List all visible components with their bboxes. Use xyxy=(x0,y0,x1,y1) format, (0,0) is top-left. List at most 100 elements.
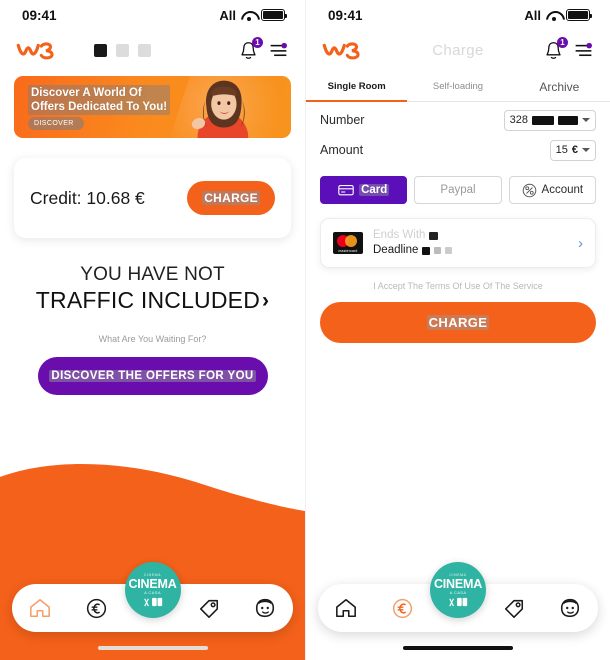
app-header-right: Charge 1 xyxy=(306,30,610,70)
number-redacted-1 xyxy=(532,115,554,125)
discover-offers-label: DISCOVER THE OFFERS FOR YOU xyxy=(49,370,256,382)
credit-label: Credit: 10.68 € xyxy=(30,187,145,208)
banner-model-image xyxy=(191,80,249,138)
carousel-dot-1[interactable] xyxy=(94,43,107,57)
charge-submit-label: CHARGE xyxy=(426,315,490,330)
amount-currency: € xyxy=(571,144,578,156)
tab-self-loading-label: Self-loading xyxy=(432,81,484,92)
bell-icon-right[interactable]: 1 xyxy=(544,36,568,61)
saved-card-last4-redacted xyxy=(429,231,439,240)
method-card[interactable]: Card xyxy=(320,176,408,204)
saved-card-ends-with-label: Ends With xyxy=(373,229,426,241)
dual-phone-screenshot: 09:41 All 1 Discover A World Of Offers D… xyxy=(0,0,610,660)
credit-card-icon xyxy=(338,185,354,196)
cinema-badge-top: CINEMA xyxy=(143,573,162,577)
brand-logo-right[interactable] xyxy=(322,38,368,62)
charge-button[interactable]: CHARGE xyxy=(187,181,275,215)
number-label: Number xyxy=(320,113,365,127)
discover-offers-button[interactable]: DISCOVER THE OFFERS FOR YOU xyxy=(37,357,268,395)
carousel-dot-3[interactable] xyxy=(138,43,151,57)
bottom-nav-area-right: CINEMA CINEMA A CASA xyxy=(306,562,610,660)
bell-icon[interactable]: 1 xyxy=(239,36,263,61)
status-bar-right: 09:41 All xyxy=(306,0,610,30)
amount-select[interactable]: 15 € xyxy=(549,139,596,161)
filter-icon[interactable] xyxy=(268,42,289,58)
carousel-indicator[interactable] xyxy=(94,43,151,57)
cinema-badge-right[interactable]: CINEMA CINEMA A CASA xyxy=(430,562,486,618)
saved-card-deadline-redacted-2 xyxy=(434,247,442,254)
method-account-label: Account xyxy=(541,184,584,196)
sub-question: What Are You Waiting For? xyxy=(98,334,207,344)
saved-card-deadline-label: Deadline xyxy=(373,244,419,256)
bottom-nav-area: CINEMA CINEMA A CASA xyxy=(0,562,305,660)
tab-single-room[interactable]: Single Room xyxy=(306,72,408,102)
cinema-seats-icon-right xyxy=(449,597,468,607)
filter-icon-right[interactable] xyxy=(573,42,594,58)
tab-self-loading[interactable]: Self-loading xyxy=(407,72,508,101)
battery-icon-right xyxy=(566,9,592,21)
payment-method-tabs: Card Paypal Account xyxy=(306,162,610,204)
headline-line-2-row[interactable]: TRAFFIC INCLUDED › xyxy=(10,287,295,314)
saved-card-row[interactable]: mastercard Ends With Deadline › xyxy=(320,218,596,268)
terms-text[interactable]: I Accept The Terms Of Use Of The Service xyxy=(306,281,610,291)
saved-card-deadline-redacted-1 xyxy=(422,246,431,255)
saved-card-deadline-redacted-3 xyxy=(445,247,453,254)
charge-submit-button[interactable]: CHARGE xyxy=(320,302,596,343)
charge-button-label: CHARGE xyxy=(202,191,260,205)
cinema-badge[interactable]: CINEMA CINEMA A CASA xyxy=(124,562,181,618)
cinema-badge-top-right: CINEMA xyxy=(449,573,467,577)
method-paypal[interactable]: Paypal xyxy=(414,176,502,204)
notification-badge-right: 1 xyxy=(557,36,568,48)
tab-archive-label: Archive xyxy=(539,79,580,94)
home-indicator-right xyxy=(403,646,513,650)
nav-home-icon-right[interactable] xyxy=(329,591,363,625)
brand-logo[interactable] xyxy=(16,38,62,62)
notification-badge: 1 xyxy=(252,36,263,48)
nav-account-icon[interactable] xyxy=(248,591,282,625)
battery-icon xyxy=(261,9,287,21)
home-indicator xyxy=(97,646,208,650)
nav-euro-icon-right[interactable] xyxy=(385,591,419,625)
number-value-prefix: 328 xyxy=(509,114,528,126)
nav-account-icon-right[interactable] xyxy=(553,591,587,625)
promo-banner[interactable]: Discover A World Of Offers Dedicated To … xyxy=(14,76,291,138)
banner-text: Discover A World Of Offers Dedicated To … xyxy=(28,85,171,115)
percent-icon xyxy=(522,183,536,197)
carrier-label: All xyxy=(219,7,236,23)
status-time-right: 09:41 xyxy=(328,7,363,23)
banner-line-1: Discover A World Of xyxy=(31,87,142,99)
wifi-icon-right xyxy=(546,10,561,21)
tab-archive[interactable]: Archive xyxy=(509,72,610,101)
left-phone-screen: 09:41 All 1 Discover A World Of Offers D… xyxy=(0,0,305,660)
tab-single-room-label: Single Room xyxy=(327,81,386,92)
saved-card-deadline-row: Deadline xyxy=(373,243,568,258)
amount-row: Amount 15 € xyxy=(306,132,610,162)
nav-tag-icon[interactable] xyxy=(192,591,226,625)
mastercard-icon: mastercard xyxy=(333,232,363,254)
amount-value: 15 xyxy=(555,144,568,156)
cinema-seats-icon xyxy=(143,597,162,607)
carousel-dot-2[interactable] xyxy=(116,43,129,57)
number-select[interactable]: 328 xyxy=(503,109,596,131)
carrier-label-right: All xyxy=(524,7,541,23)
status-indicators: All xyxy=(219,7,287,23)
method-account[interactable]: Account xyxy=(508,176,596,204)
banner-line-2: Offers Dedicated To You! xyxy=(31,101,168,113)
traffic-headline: YOU HAVE NOT TRAFFIC INCLUDED › xyxy=(0,264,305,314)
cinema-badge-main-right: CINEMA xyxy=(433,577,483,591)
headline-line-2: TRAFFIC INCLUDED xyxy=(35,287,261,313)
nav-tag-icon-right[interactable] xyxy=(497,591,531,625)
banner-cta-button[interactable]: DISCOVER xyxy=(28,117,84,130)
headline-line-1: YOU HAVE NOT xyxy=(80,264,225,285)
nav-home-icon[interactable] xyxy=(23,591,57,625)
charge-tabs: Single Room Self-loading Archive xyxy=(306,72,610,102)
status-time: 09:41 xyxy=(22,7,57,23)
amount-label: Amount xyxy=(320,143,364,157)
nav-euro-icon[interactable] xyxy=(79,591,113,625)
app-header: 1 xyxy=(0,30,305,70)
chevron-right-icon-card: › xyxy=(578,234,583,252)
status-indicators-right: All xyxy=(524,7,592,23)
method-card-label: Card xyxy=(359,184,390,196)
chevron-down-icon-number xyxy=(582,118,590,122)
wifi-icon xyxy=(241,10,256,21)
